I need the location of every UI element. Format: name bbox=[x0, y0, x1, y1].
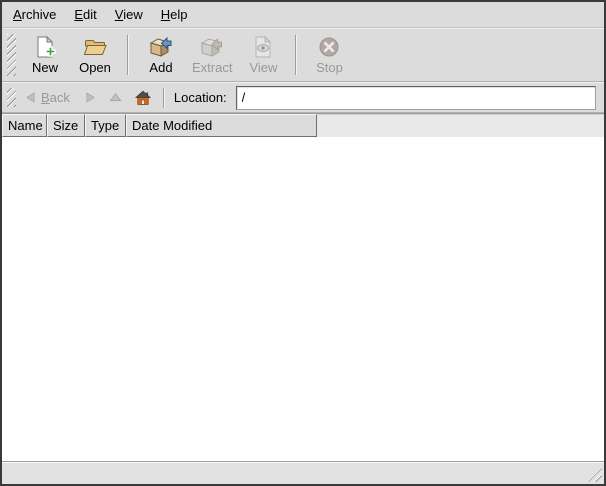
extract-button[interactable]: Extract bbox=[186, 31, 238, 79]
stop-button-label: Stop bbox=[316, 61, 343, 75]
add-button-label: Add bbox=[149, 61, 172, 75]
menu-view[interactable]: View bbox=[106, 2, 152, 27]
main-toolbar: New Open Add bbox=[2, 28, 604, 82]
column-header-size[interactable]: Size bbox=[47, 114, 85, 137]
toolbar-drag-handle[interactable] bbox=[7, 34, 16, 76]
location-label: Location: bbox=[174, 90, 227, 105]
back-icon bbox=[25, 91, 38, 104]
column-header-type[interactable]: Type bbox=[85, 114, 126, 137]
column-header-name[interactable]: Name bbox=[2, 114, 47, 137]
add-files-icon bbox=[149, 35, 173, 59]
menu-help[interactable]: Help bbox=[152, 2, 197, 27]
stop-icon bbox=[317, 35, 341, 59]
file-list-view: Name Size Type Date Modified bbox=[2, 113, 604, 461]
navigation-toolbar: Back Location: bbox=[2, 82, 604, 113]
view-file-icon bbox=[251, 35, 275, 59]
view-button[interactable]: View bbox=[238, 31, 288, 79]
new-button-label: New bbox=[32, 61, 58, 75]
home-icon bbox=[135, 90, 151, 106]
archive-manager-window: Archive Edit View Help New bbox=[0, 0, 606, 486]
forward-button[interactable] bbox=[78, 86, 101, 110]
column-headers: Name Size Type Date Modified bbox=[2, 114, 604, 137]
toolbar-separator bbox=[295, 35, 297, 75]
open-button-label: Open bbox=[79, 61, 111, 75]
menubar: Archive Edit View Help bbox=[2, 2, 604, 28]
menu-edit-label: Edit bbox=[74, 7, 96, 22]
location-input[interactable] bbox=[236, 86, 596, 110]
open-button[interactable]: Open bbox=[70, 31, 120, 79]
forward-icon bbox=[83, 91, 96, 104]
extract-icon bbox=[200, 35, 224, 59]
menu-archive-label: Archive bbox=[13, 7, 56, 22]
column-header-date-modified[interactable]: Date Modified bbox=[126, 114, 317, 137]
back-button[interactable]: Back bbox=[20, 86, 75, 110]
column-header-filler bbox=[317, 114, 604, 137]
up-icon bbox=[109, 91, 122, 104]
menu-view-label: View bbox=[115, 7, 143, 22]
resize-grip[interactable] bbox=[587, 467, 602, 482]
open-archive-icon bbox=[83, 35, 107, 59]
new-button[interactable]: New bbox=[20, 31, 70, 79]
extract-button-label: Extract bbox=[192, 61, 232, 75]
statusbar bbox=[2, 461, 604, 484]
navbar-drag-handle[interactable] bbox=[7, 88, 16, 107]
navbar-separator bbox=[163, 88, 165, 108]
file-list-empty-area[interactable] bbox=[2, 137, 604, 461]
menu-archive[interactable]: Archive bbox=[4, 2, 65, 27]
view-button-label: View bbox=[249, 61, 277, 75]
back-button-label: Back bbox=[41, 90, 70, 105]
add-button[interactable]: Add bbox=[136, 31, 186, 79]
home-button[interactable] bbox=[130, 86, 156, 110]
new-archive-icon bbox=[33, 35, 57, 59]
menu-edit[interactable]: Edit bbox=[65, 2, 105, 27]
toolbar-separator bbox=[127, 35, 129, 75]
stop-button[interactable]: Stop bbox=[304, 31, 354, 79]
menu-help-label: Help bbox=[161, 7, 188, 22]
up-button[interactable] bbox=[104, 86, 127, 110]
